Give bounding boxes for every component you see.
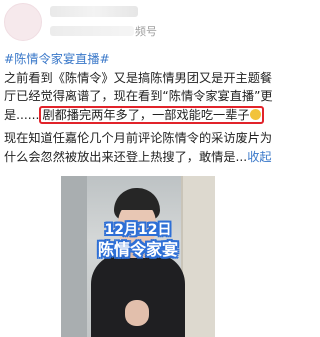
person-fringe	[118, 196, 156, 210]
collapse-link[interactable]: 收起	[247, 150, 271, 164]
video-caption: 12月12日 陈情令家宴	[61, 222, 215, 260]
highlighted-sentence: 剧都播完两年多了，一部戏能吃一辈子	[42, 107, 250, 122]
laughing-emoji-icon	[249, 108, 261, 120]
paragraph-1: #陈情令家宴直播# 之前看到《陈情令》又是搞陈情男团又是开主题餐厅已经觉得离谱了，…	[4, 50, 280, 124]
author-name-redacted[interactable]	[50, 5, 138, 17]
handle-row: 频号	[50, 23, 157, 39]
video-caption-title: 陈情令家宴	[97, 240, 178, 259]
author-info: 频号	[50, 5, 157, 39]
video-caption-date: 12月12日	[104, 222, 172, 238]
person-hand	[125, 300, 149, 326]
post-header: 频号	[0, 0, 280, 44]
post-body: #陈情令家宴直播# 之前看到《陈情令》又是搞陈情男团又是开主题餐厅已经觉得离谱了，…	[4, 50, 280, 172]
paragraph-2-text: 现在知道任嘉伦几个月前评论陈情令的采访废片为什么会忽然被放出来还登上热搜了，敢情…	[4, 131, 273, 164]
video-player[interactable]: 12月12日 陈情令家宴	[61, 176, 215, 337]
handle-suffix: 频号	[135, 24, 157, 38]
author-handle-redacted	[50, 25, 134, 36]
topic-link[interactable]: #陈情令家宴直播#	[4, 52, 110, 66]
highlighted-text: 剧都播完两年多了，一部戏能吃一辈子	[39, 105, 264, 124]
paragraph-2: 现在知道任嘉伦几个月前评论陈情令的采访废片为什么会忽然被放出来还登上热搜了，敢情…	[4, 129, 280, 166]
avatar[interactable]	[4, 3, 42, 41]
